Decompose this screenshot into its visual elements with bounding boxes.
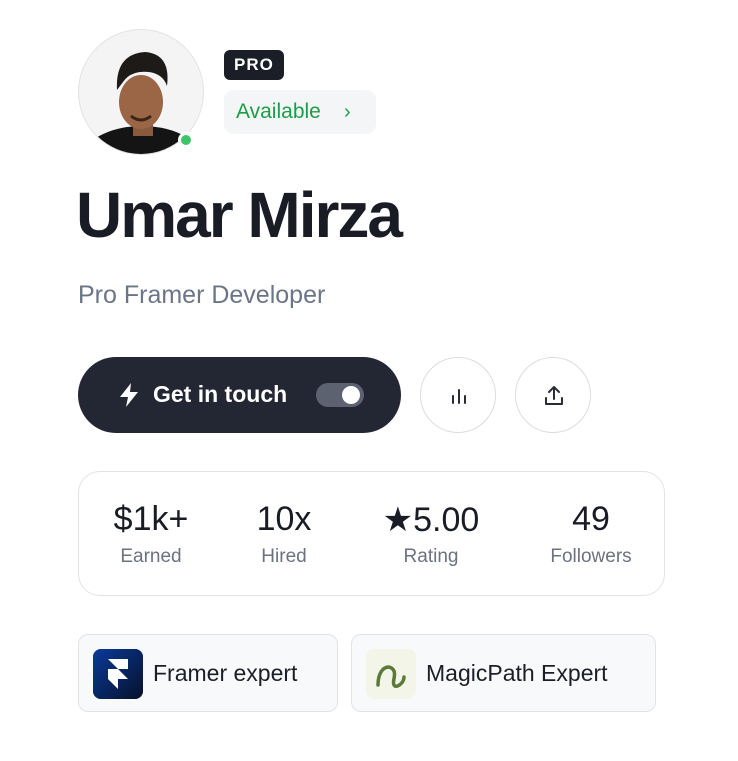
framer-logo-icon (93, 649, 143, 699)
get-in-touch-label: Get in touch (153, 381, 288, 407)
share-button[interactable] (515, 357, 591, 433)
stat-label: Hired (261, 546, 307, 567)
chevron-right-icon: › (344, 101, 351, 123)
pro-badge: PRO (224, 50, 284, 80)
availability-label: Available (236, 100, 321, 123)
magicpath-expert-badge[interactable]: MagicPath Expert (351, 634, 656, 712)
stat-label: Followers (550, 546, 632, 567)
share-upload-icon (545, 386, 563, 405)
badge-label: Framer expert (153, 660, 298, 686)
availability-toggle[interactable] (316, 383, 364, 407)
badge-label: MagicPath Expert (426, 660, 608, 686)
lightning-bolt-icon (120, 383, 138, 407)
stat-value: ★5.00 (382, 501, 480, 539)
magicpath-logo-icon (366, 649, 416, 699)
toggle-knob (342, 386, 360, 404)
profile-name: Umar Mirza (76, 179, 403, 251)
stats-card: $1k+ Earned 10x Hired ★5.00 Rating 49 Fo… (78, 471, 665, 596)
get-in-touch-button[interactable]: Get in touch (78, 357, 401, 433)
stat-value: $1k+ (113, 500, 189, 538)
bar-chart-icon (452, 389, 466, 404)
online-status-dot (178, 132, 194, 148)
stat-label: Rating (403, 546, 459, 567)
stats-button[interactable] (420, 357, 496, 433)
stat-value: 10x (256, 500, 312, 538)
stat-label: Earned (120, 546, 182, 567)
profile-title: Pro Framer Developer (78, 281, 326, 309)
stat-value: 49 (572, 500, 610, 538)
availability-button[interactable]: Available › (224, 90, 376, 134)
framer-expert-badge[interactable]: Framer expert (78, 634, 338, 712)
